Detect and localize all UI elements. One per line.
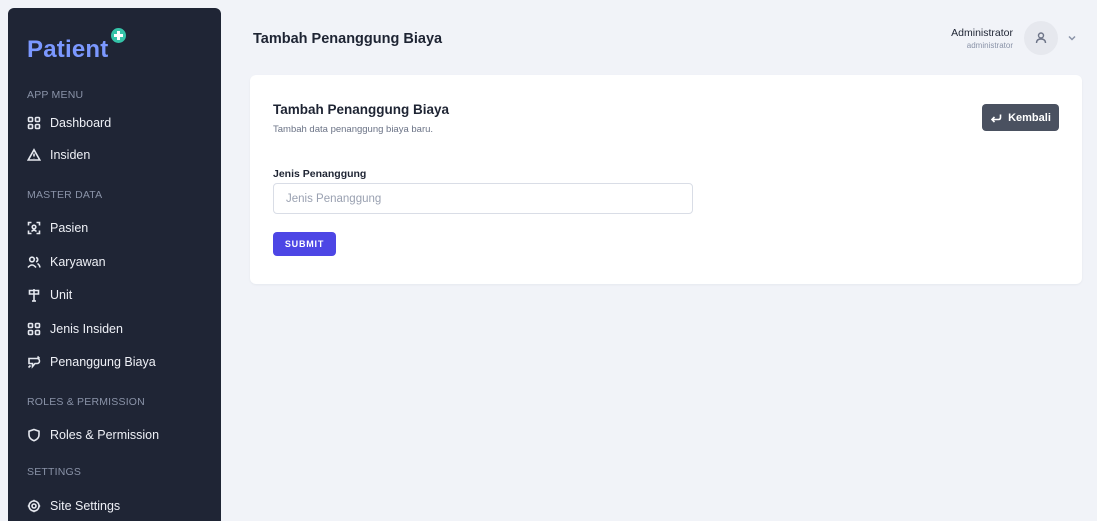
sidebar-item-penanggung-biaya[interactable]: Penanggung Biaya: [19, 350, 209, 374]
sidebar: Patient APP MENU Dashboard Insiden MASTE…: [8, 8, 221, 521]
user-info[interactable]: Administrator administrator: [951, 27, 1013, 50]
sidebar-item-karyawan[interactable]: Karyawan: [19, 250, 209, 274]
back-button-label: Kembali: [1008, 111, 1051, 124]
sidebar-item-label: Pasien: [50, 221, 89, 235]
jenis-penanggung-label: Jenis Penanggung: [273, 168, 367, 180]
shield-icon: [27, 428, 41, 442]
sidebar-item-unit[interactable]: Unit: [19, 283, 209, 307]
grid-icon: [27, 322, 41, 336]
users-icon: [27, 255, 41, 269]
section-label-roles: ROLES & PERMISSION: [27, 396, 145, 408]
user-icon: [1035, 32, 1047, 44]
section-label-master-data: MASTER DATA: [27, 189, 103, 201]
sidebar-item-site-settings[interactable]: Site Settings: [19, 494, 209, 518]
sidebar-item-label: Insiden: [50, 148, 91, 162]
user-name: Administrator: [951, 27, 1013, 39]
sidebar-item-label: Jenis Insiden: [50, 322, 123, 336]
card-title: Tambah Penanggung Biaya: [273, 102, 450, 117]
user-role: administrator: [966, 41, 1013, 50]
section-label-app-menu: APP MENU: [27, 89, 84, 101]
sidebar-item-label: Dashboard: [50, 116, 112, 130]
sidebar-item-label: Unit: [50, 288, 73, 302]
sidebar-item-dashboard[interactable]: Dashboard: [19, 111, 209, 135]
sidebar-item-roles-permission[interactable]: Roles & Permission: [19, 423, 209, 447]
jenis-penanggung-input[interactable]: [273, 183, 693, 214]
sidebar-item-label: Roles & Permission: [50, 428, 160, 442]
back-button[interactable]: Kembali: [982, 104, 1059, 131]
signpost-icon: [27, 288, 41, 302]
chevron-down-icon[interactable]: [1066, 31, 1080, 45]
warning-icon: [27, 148, 41, 162]
form-card: Tambah Penanggung Biaya Tambah data pena…: [250, 75, 1082, 284]
sidebar-item-label: Site Settings: [50, 499, 121, 513]
card-subtitle: Tambah data penanggung biaya baru.: [273, 124, 434, 135]
scan-user-icon: [27, 221, 41, 235]
dashboard-icon: [27, 116, 41, 130]
sidebar-item-label: Penanggung Biaya: [50, 355, 156, 369]
return-arrow-icon: [990, 114, 1002, 123]
avatar[interactable]: [1024, 21, 1058, 55]
plug-icon: [27, 355, 41, 369]
sidebar-item-pasien[interactable]: Pasien: [19, 216, 209, 240]
sidebar-item-label: Karyawan: [50, 255, 106, 269]
gear-icon: [27, 499, 41, 513]
sidebar-item-jenis-insiden[interactable]: Jenis Insiden: [19, 317, 209, 341]
sidebar-item-insiden[interactable]: Insiden: [19, 143, 209, 167]
brand-logo[interactable]: Patient: [27, 36, 108, 64]
submit-button[interactable]: SUBMIT: [273, 232, 336, 256]
section-label-settings: SETTINGS: [27, 466, 82, 478]
page-title: Tambah Penanggung Biaya: [253, 31, 443, 47]
plus-badge-icon: [111, 28, 126, 43]
